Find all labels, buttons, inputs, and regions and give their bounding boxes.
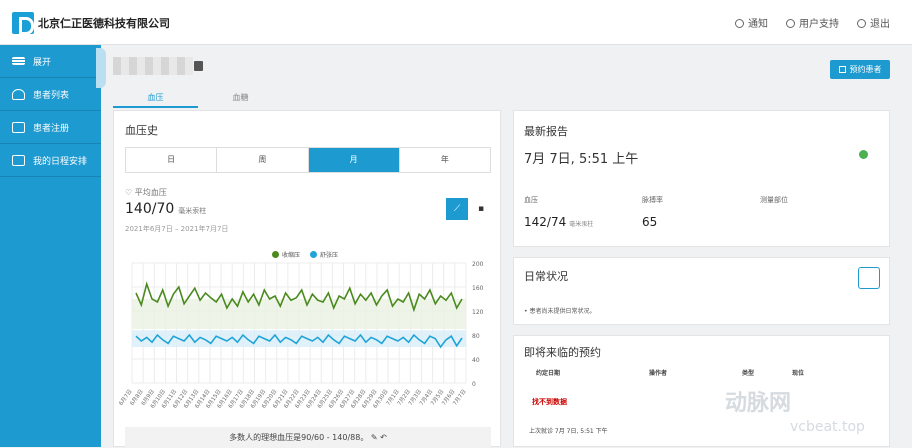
upcoming-title: 即将来临的预约: [524, 346, 601, 359]
sidebar-item-schedule[interactable]: 我的日程安排: [0, 144, 101, 177]
latest-report-card: 最新报告 7月 7日, 5:51 上午 血压 142/74 毫米汞柱 脉搏率 65…: [513, 110, 890, 247]
daily-item: • 患者尚未提供日常状况。: [524, 308, 596, 315]
y-tick-label: 160: [472, 285, 484, 292]
period-selector: 日 周 月 年: [125, 147, 491, 173]
col-date: 约定日期: [536, 370, 561, 377]
bp-footer-note: 多数人的理想血压是90/60 - 140/88。 ✎ ↶: [125, 427, 491, 448]
line-view-button[interactable]: ⟋: [446, 198, 468, 220]
appointment-button[interactable]: 预约患者: [830, 60, 890, 79]
tab-blood-pressure[interactable]: 血压: [113, 88, 198, 108]
sidebar-item-register[interactable]: 患者注册: [0, 111, 101, 144]
daily-title: 日常状况: [524, 270, 568, 283]
sidebar-collapse-handle[interactable]: [96, 48, 106, 88]
y-tick-label: 80: [472, 333, 480, 340]
metric-pulse-value: 65: [642, 215, 658, 229]
company-logo: [12, 12, 34, 35]
tab-bar: 血压 血糖: [113, 88, 283, 108]
bell-icon: [735, 19, 744, 28]
col-status: 现位: [792, 370, 805, 377]
top-nav: 通知 用户支持 退出: [735, 15, 890, 30]
avg-bp-value: 140/70 毫米汞柱: [125, 201, 207, 217]
register-icon: [12, 121, 25, 133]
top-bar: 北京仁正医德科技有限公司 通知 用户支持 退出: [0, 0, 912, 45]
patient-card-icon[interactable]: [194, 61, 203, 71]
bp-history-card: 血压史 日 周 月 年 ♡ 平均血压 140/70 毫米汞柱 2021年6月7日 …: [113, 110, 501, 448]
pulse-chart-icon[interactable]: [858, 267, 880, 289]
period-day[interactable]: 日: [126, 148, 218, 172]
menu-icon: [12, 57, 25, 65]
period-year[interactable]: 年: [400, 148, 490, 172]
col-type: 类型: [742, 370, 755, 377]
sidebar: 展开 患者列表 患者注册 我的日程安排: [0, 45, 101, 447]
report-title: 最新报告: [524, 125, 568, 138]
y-tick-label: 120: [472, 309, 484, 316]
support-link[interactable]: 用户支持: [786, 15, 839, 30]
metric-bp-value: 142/74 毫米汞柱: [524, 215, 594, 229]
bp-title: 血压史: [125, 124, 158, 137]
metric-pulse-label: 脉搏率: [642, 196, 663, 204]
y-tick-label: 40: [472, 357, 480, 364]
metric-site-label: 测量部位: [760, 196, 788, 204]
logout-icon: [857, 19, 866, 28]
table-view-button[interactable]: ▪: [470, 198, 492, 220]
sidebar-item-patients[interactable]: 患者列表: [0, 78, 101, 111]
notify-link[interactable]: 通知: [735, 15, 768, 30]
daily-status-card: 日常状况 • 患者尚未提供日常状况。: [513, 257, 890, 325]
last-visit: 上次就诊 7月 7日, 5:51 下午: [529, 428, 608, 435]
col-operator: 操作者: [649, 370, 668, 377]
watermark-url: vcbeat.top: [790, 419, 865, 435]
metric-bp-label: 血压: [524, 196, 538, 204]
bp-line-chart: 040801201602006月7日6月8日6月9日6月10日6月11日6月12…: [118, 261, 484, 410]
avg-bp-label: ♡ 平均血压: [125, 188, 167, 197]
logout-link[interactable]: 退出: [857, 15, 890, 30]
check-icon: [859, 150, 868, 159]
user-icon: [12, 88, 25, 100]
y-tick-label: 200: [472, 261, 484, 268]
no-data-text: 找不到数据: [532, 398, 567, 406]
report-date: 7月 7日, 5:51 上午: [524, 152, 639, 167]
tab-blood-sugar[interactable]: 血糖: [198, 88, 283, 108]
period-month[interactable]: 月: [308, 148, 400, 172]
patient-name-blurred: [113, 57, 193, 75]
calendar-icon: [838, 66, 846, 73]
calendar-icon: [12, 154, 25, 166]
company-name: 北京仁正医德科技有限公司: [38, 17, 170, 30]
sidebar-item-expand[interactable]: 展开: [0, 45, 101, 78]
date-range: 2021年6月7日 – 2021年7月7日: [125, 225, 229, 233]
help-icon: [786, 19, 795, 28]
watermark-logo: 动脉网: [725, 391, 792, 416]
y-tick-label: 0: [472, 381, 476, 388]
period-week[interactable]: 周: [217, 148, 309, 172]
